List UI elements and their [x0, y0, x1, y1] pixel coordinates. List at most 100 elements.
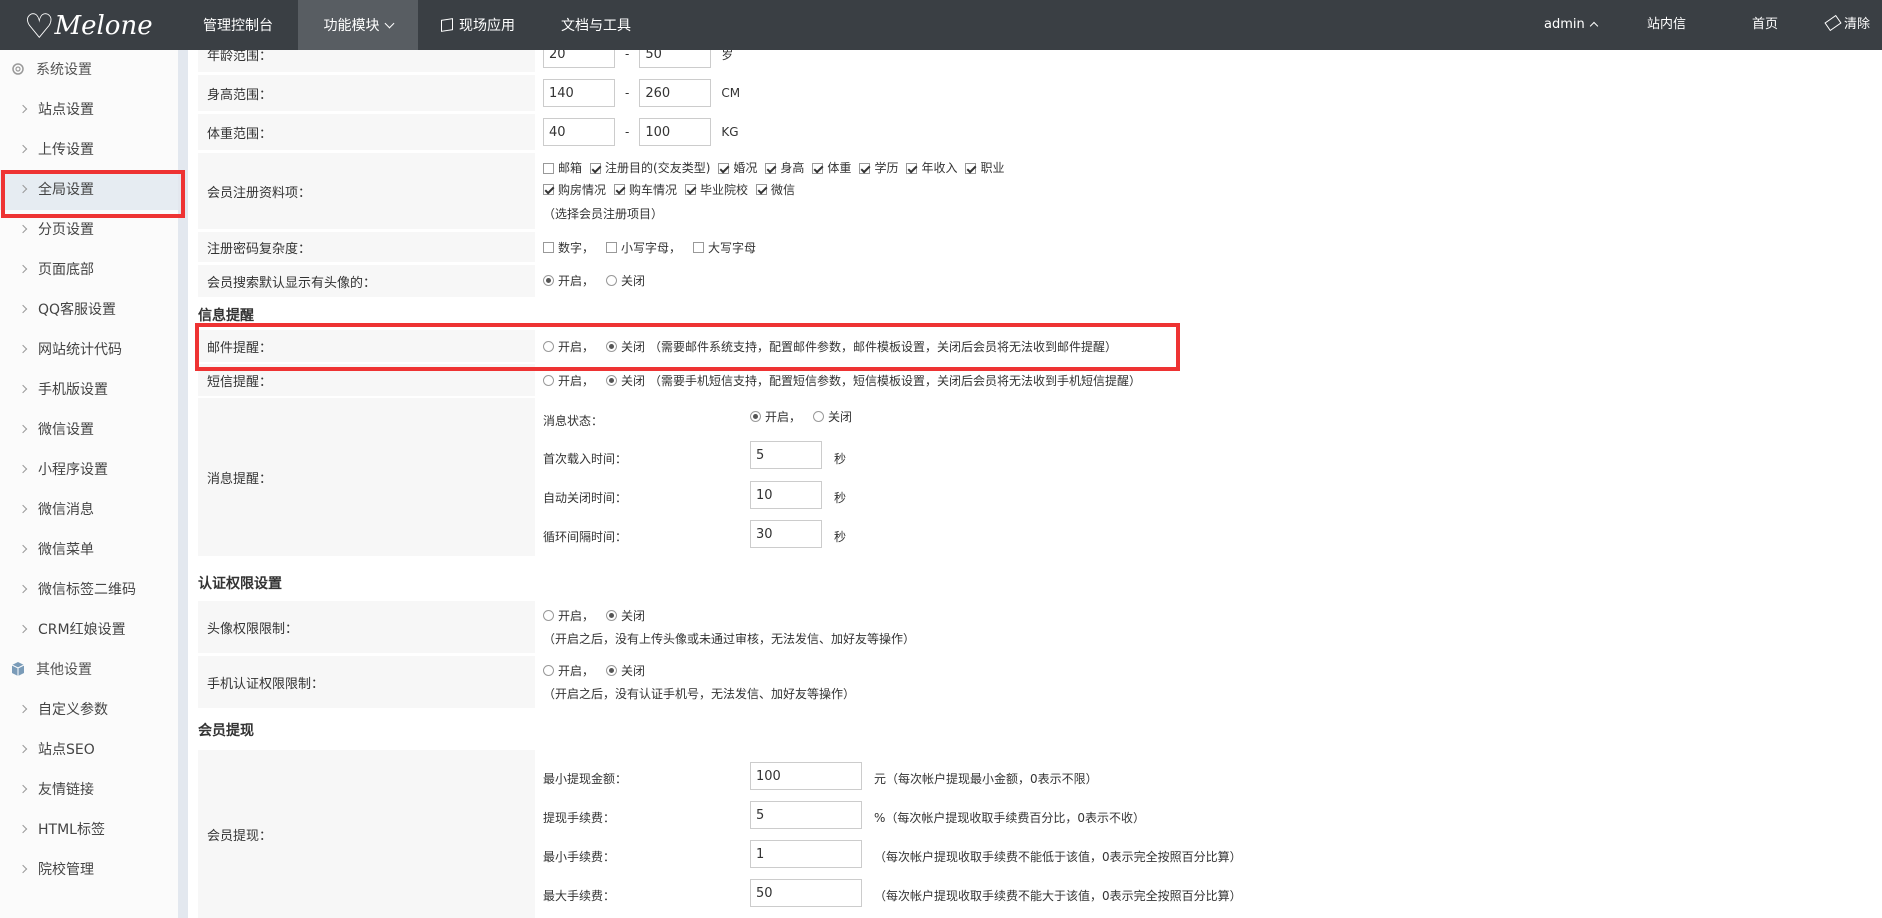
heart-logo-icon: ♡ [24, 7, 55, 47]
reg-field-option[interactable]: 邮箱 [543, 158, 582, 178]
reg-field-option[interactable]: 年收入 [906, 158, 957, 178]
sidebar-item-schools[interactable]: 院校管理 [0, 850, 178, 890]
age-min-input[interactable] [543, 50, 615, 68]
reg-field-option[interactable]: 婚况 [718, 158, 757, 178]
phone-limit-off[interactable]: 关闭 [606, 662, 645, 679]
sidebar-item-wechat-msg[interactable]: 微信消息 [0, 490, 178, 530]
msg-auto-input[interactable] [750, 481, 822, 509]
nav-docs[interactable]: 文档与工具 [538, 0, 654, 50]
reg-field-option[interactable]: 购房情况 [543, 180, 606, 200]
height-unit: CM [721, 86, 741, 100]
sidebar-item-upload[interactable]: 上传设置 [0, 130, 178, 170]
weight-min-input[interactable] [543, 118, 615, 146]
avatar-search-off[interactable]: 关闭 [606, 272, 645, 289]
msg-status-on[interactable]: 开启， [750, 408, 801, 425]
checkbox[interactable] [543, 241, 554, 253]
checkbox[interactable] [756, 184, 768, 195]
avatar-limit-on[interactable]: 开启， [543, 607, 594, 624]
reg-field-option[interactable]: 购车情况 [614, 180, 677, 200]
sidebar-item-wechat-qr[interactable]: 微信标签二维码 [0, 570, 178, 610]
nav-console[interactable]: 管理控制台 [178, 0, 298, 50]
avatar-limit-off[interactable]: 关闭 [606, 607, 645, 624]
weight-max-input[interactable] [639, 118, 712, 146]
sidebar-group-other[interactable]: 其他设置 [0, 650, 178, 690]
phone-limit-on[interactable]: 开启， [543, 662, 594, 679]
checkbox[interactable] [718, 162, 730, 174]
checkbox[interactable] [693, 241, 705, 253]
withdraw-minfee-input[interactable] [750, 840, 862, 868]
nav-clear-cache[interactable]: 清除缓 [1824, 0, 1882, 82]
avatar-search-label: 会员搜索默认显示有头像的： [198, 265, 535, 297]
nav-messages[interactable]: 站内信 [1647, 0, 1686, 50]
radio[interactable] [543, 610, 554, 621]
radio[interactable] [606, 274, 618, 286]
age-max-input[interactable] [639, 50, 712, 68]
nav-home[interactable]: 首页 [1752, 0, 1778, 50]
height-min-input[interactable] [543, 79, 615, 107]
checkbox[interactable] [812, 162, 824, 174]
pwd-upper-option[interactable]: 大写字母 [693, 239, 756, 256]
checkbox[interactable] [906, 162, 918, 174]
radio[interactable] [543, 374, 554, 386]
brand-logo[interactable]: ♡Melone [24, 4, 153, 48]
nav-live[interactable]: 现场应用 [418, 0, 538, 50]
sidebar-item-label: 友情链接 [38, 782, 94, 798]
withdraw-min-input[interactable] [750, 762, 862, 790]
sidebar-item-mobile[interactable]: 手机版设置 [0, 370, 178, 410]
sidebar-item-html-tags[interactable]: HTML标签 [0, 810, 178, 850]
checkbox[interactable] [765, 162, 777, 174]
sidebar-item-crm[interactable]: CRM红娘设置 [0, 610, 178, 650]
radio[interactable] [606, 665, 618, 676]
msg-status-off[interactable]: 关闭 [813, 408, 852, 425]
radio[interactable] [606, 610, 618, 621]
sidebar-item-wechat-menu[interactable]: 微信菜单 [0, 530, 178, 570]
checkbox[interactable] [685, 184, 697, 195]
reg-field-option[interactable]: 毕业院校 [685, 180, 748, 200]
sidebar-item-footer[interactable]: 页面底部 [0, 250, 178, 290]
sidebar-item-seo[interactable]: 站点SEO [0, 730, 178, 770]
reg-field-option[interactable]: 身高 [765, 158, 804, 178]
checkbox[interactable] [965, 162, 977, 174]
sms-off[interactable]: 关闭 [606, 372, 645, 389]
reg-field-option[interactable]: 体重 [812, 158, 851, 178]
radio[interactable] [813, 411, 825, 422]
sms-on[interactable]: 开启， [543, 372, 594, 389]
sidebar-item-label: HTML标签 [38, 822, 105, 838]
sidebar-item-links[interactable]: 友情链接 [0, 770, 178, 810]
radio[interactable] [606, 374, 618, 386]
msg-first-input[interactable] [750, 441, 822, 469]
sidebar-item-stats[interactable]: 网站统计代码 [0, 330, 178, 370]
option-label: 关闭 [828, 410, 853, 424]
user-menu[interactable]: admin [1544, 0, 1598, 50]
height-max-input[interactable] [639, 79, 712, 107]
msg-loop-input[interactable] [750, 520, 822, 548]
sidebar-item-miniapp[interactable]: 小程序设置 [0, 450, 178, 490]
nav-modules[interactable]: 功能模块 [298, 0, 418, 50]
msg-first-label: 首次载入时间： [543, 452, 628, 466]
avatar-search-on[interactable]: 开启， [543, 272, 594, 289]
sidebar-item-custom-params[interactable]: 自定义参数 [0, 690, 178, 730]
sidebar-group-system[interactable]: 系统设置 [0, 50, 178, 90]
checkbox[interactable] [543, 184, 554, 195]
radio[interactable] [750, 411, 761, 422]
checkbox[interactable] [606, 241, 618, 253]
radio[interactable] [543, 665, 554, 676]
radio[interactable] [543, 274, 554, 286]
pwd-lower-option[interactable]: 小写字母， [606, 239, 681, 256]
sidebar-item-label: 手机版设置 [38, 382, 108, 398]
checkbox[interactable] [543, 162, 554, 174]
reg-field-option[interactable]: 学历 [859, 158, 898, 178]
reg-field-option[interactable]: 注册目的(交友类型) [590, 158, 710, 178]
sidebar-item-wechat[interactable]: 微信设置 [0, 410, 178, 450]
reg-field-option[interactable]: 微信 [756, 180, 795, 200]
pwd-digits-option[interactable]: 数字， [543, 239, 594, 256]
checkbox[interactable] [590, 162, 602, 174]
withdraw-maxfee-input[interactable] [750, 879, 862, 907]
reg-field-option[interactable]: 职业 [965, 158, 1004, 178]
withdraw-fee-input[interactable] [750, 801, 862, 829]
height-label-text: 身高范围： [207, 87, 273, 103]
checkbox[interactable] [614, 184, 626, 195]
sidebar-item-site[interactable]: 站点设置 [0, 90, 178, 130]
checkbox[interactable] [859, 162, 871, 174]
sidebar-item-qq[interactable]: QQ客服设置 [0, 290, 178, 330]
